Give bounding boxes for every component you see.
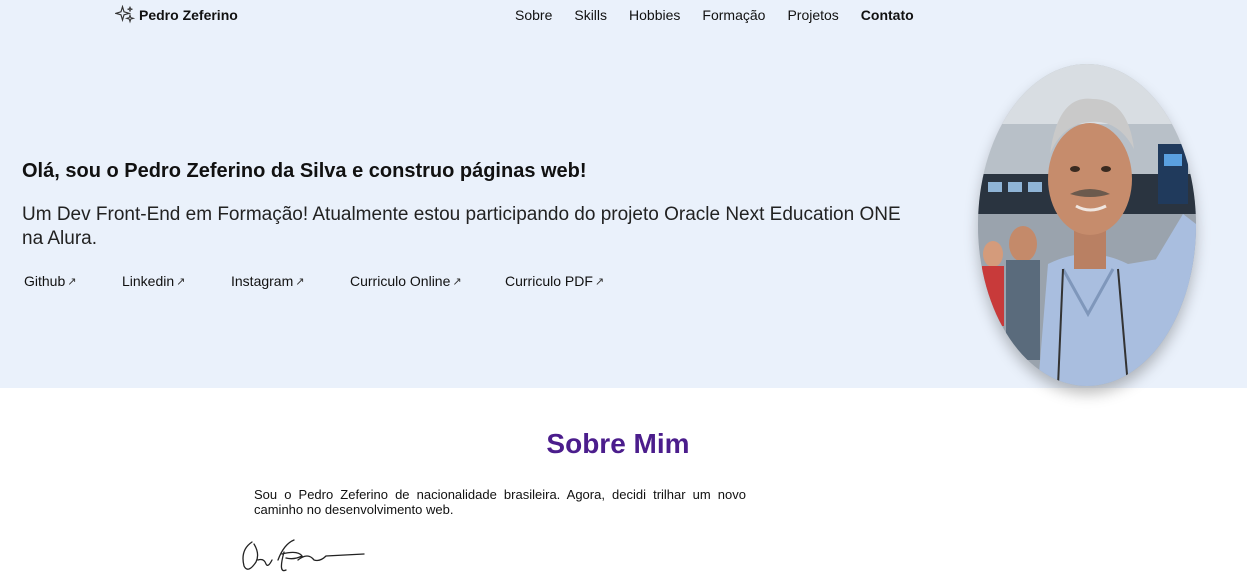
link-instagram[interactable]: Instagram ↗ bbox=[231, 273, 350, 289]
link-label: Linkedin bbox=[122, 273, 175, 289]
nav-skills[interactable]: Skills bbox=[574, 7, 607, 23]
nav-hobbies[interactable]: Hobbies bbox=[629, 7, 680, 23]
social-links: Github ↗ Linkedin ↗ Instagram ↗ Curricul… bbox=[24, 273, 615, 289]
external-arrow-icon: ↗ bbox=[295, 275, 305, 288]
nav-projetos[interactable]: Projetos bbox=[787, 7, 838, 23]
sparkles-icon bbox=[115, 5, 135, 24]
main-nav: Sobre Skills Hobbies Formação Projetos C… bbox=[515, 7, 936, 23]
external-arrow-icon: ↗ bbox=[452, 275, 462, 288]
external-arrow-icon: ↗ bbox=[176, 275, 186, 288]
profile-photo bbox=[978, 64, 1196, 386]
link-curriculo-pdf[interactable]: Curriculo PDF ↗ bbox=[505, 273, 615, 289]
external-arrow-icon: ↗ bbox=[67, 275, 77, 288]
hero-subline: Um Dev Front-End em Formação! Atualmente… bbox=[22, 204, 901, 249]
link-github[interactable]: Github ↗ bbox=[24, 273, 122, 289]
nav-contato[interactable]: Contato bbox=[861, 7, 914, 23]
signature-image bbox=[242, 539, 365, 572]
brand-name: Pedro Zeferino bbox=[139, 7, 238, 23]
link-curriculo-online[interactable]: Curriculo Online ↗ bbox=[350, 273, 505, 289]
nav-formacao[interactable]: Formação bbox=[702, 7, 765, 23]
hero-headline: Olá, sou o Pedro Zeferino da Silva e con… bbox=[22, 160, 587, 182]
nav-sobre[interactable]: Sobre bbox=[515, 7, 552, 23]
about-text: Sou o Pedro Zeferino de nacionalidade br… bbox=[254, 487, 746, 517]
link-label: Curriculo Online bbox=[350, 273, 451, 289]
brand-logo[interactable]: Pedro Zeferino bbox=[115, 5, 238, 25]
link-linkedin[interactable]: Linkedin ↗ bbox=[122, 273, 231, 289]
external-arrow-icon: ↗ bbox=[594, 275, 605, 288]
link-label: Instagram bbox=[231, 273, 294, 289]
link-label: Curriculo PDF bbox=[505, 273, 593, 289]
about-title: Sobre Mim bbox=[546, 428, 690, 459]
link-label: Github bbox=[24, 273, 66, 289]
